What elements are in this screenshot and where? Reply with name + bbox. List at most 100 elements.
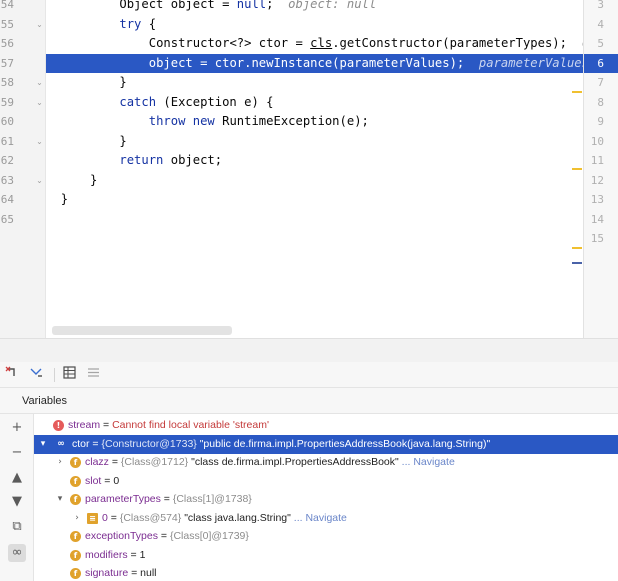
line-number[interactable]: 58 [0, 73, 14, 93]
variable-equals: = [89, 437, 102, 450]
collapse-icon[interactable]: ▾ [38, 435, 48, 454]
variable-value: null [140, 567, 157, 579]
variables-sidebar: + − ▲ ▼ ⧉ ∞ [0, 414, 34, 581]
code-line[interactable]: } [46, 132, 583, 152]
code-token: ; [266, 0, 289, 11]
code-line[interactable]: catch (Exception e) { [46, 93, 583, 113]
line-number[interactable]: 56 [0, 34, 14, 54]
code-token: null [236, 0, 267, 11]
fold-icon[interactable]: ⌄ [35, 176, 44, 185]
variable-row[interactable]: f slot = 0 [34, 472, 618, 491]
line-number-gutter: 54 55 ⌄ 56 57 58 ⌄ 59 ⌄ 60 61 ⌄ 62 63 ⌄ 64 65 [0, 0, 46, 338]
code-token: cls [310, 36, 333, 50]
code-token: return [119, 153, 164, 167]
variable-value: "class de.firma.impl.PropertiesAddressBo… [191, 456, 399, 468]
variable-equals: = [101, 474, 114, 487]
line-number[interactable]: 64 [0, 190, 14, 210]
move-down-button[interactable]: ▼ [8, 493, 26, 511]
add-watch-button[interactable]: + [8, 419, 26, 437]
code-token: Object object = [119, 0, 237, 11]
code-token: Constructor<?> ctor = [148, 36, 311, 50]
fold-icon[interactable]: ⌄ [35, 137, 44, 146]
side-line-number: 4 [597, 17, 604, 31]
expand-icon[interactable]: › [72, 509, 82, 528]
code-line[interactable]: } [46, 73, 583, 93]
code-line[interactable]: return object; [46, 151, 583, 171]
collapse-icon[interactable]: ▾ [55, 490, 65, 509]
variable-row[interactable]: f modifiers = 1 [34, 546, 618, 565]
show-watches-button[interactable]: ∞ [8, 544, 26, 562]
side-line-number: 11 [590, 154, 604, 167]
code-line[interactable] [46, 210, 583, 230]
code-line[interactable]: } [46, 190, 583, 210]
code-line[interactable]: try { [46, 15, 583, 35]
restore-layout-icon[interactable] [3, 366, 21, 384]
variable-equals: = [107, 511, 120, 524]
line-number[interactable]: 57 [0, 54, 14, 74]
side-line-number: 13 [590, 193, 604, 206]
variable-equals: = [157, 530, 170, 542]
field-icon: f [70, 531, 81, 542]
variable-row[interactable]: › f clazz = {Class@1712} "class de.firma.i… [34, 453, 618, 472]
expand-icon[interactable]: › [55, 453, 65, 472]
variables-header: Variables [0, 388, 618, 414]
variable-name: stream [68, 419, 101, 431]
code-line[interactable]: Object object = null; object: null [46, 0, 583, 15]
navigate-link[interactable]: ... Navigate [291, 512, 347, 524]
line-number[interactable]: 62 [0, 151, 14, 171]
fold-icon[interactable]: ⌄ [35, 78, 44, 87]
object-icon: ∞ [57, 438, 65, 449]
side-preview-pane[interactable]: 3 4 5 6 7 8 9 10 11 12 13 14 15 [583, 0, 618, 338]
code-token: throw new [148, 114, 215, 128]
step-icon[interactable] [27, 366, 45, 384]
code-area[interactable]: Object object = null; object: null try {… [46, 0, 583, 338]
warning-marker[interactable] [572, 247, 582, 249]
code-line[interactable]: Constructor<?> ctor = cls.getConstructor… [46, 34, 583, 54]
warning-marker[interactable] [572, 168, 582, 170]
field-icon: f [70, 568, 81, 579]
variable-row[interactable]: f signature = null [34, 564, 618, 581]
navigate-link[interactable]: ... Navigate [399, 456, 455, 468]
side-line-number: 15 [590, 232, 604, 245]
variable-equals: = [108, 456, 121, 468]
warning-marker[interactable] [572, 91, 582, 93]
info-marker[interactable] [572, 262, 582, 264]
field-icon: f [70, 457, 81, 468]
variable-row[interactable]: ! stream = Cannot find local variable 'st… [34, 416, 618, 435]
code-line[interactable]: throw new RuntimeException(e); [46, 112, 583, 132]
variable-row[interactable]: ▾ f parameterTypes = {Class[1]@1738} [34, 490, 618, 509]
variable-value: "public de.firma.impl.PropertiesAddressB… [199, 437, 491, 450]
horizontal-scrollbar[interactable] [52, 326, 232, 335]
variable-row[interactable]: f exceptionTypes = {Class[0]@1739} [34, 527, 618, 546]
fold-icon[interactable]: ⌄ [35, 20, 44, 29]
variable-row[interactable]: ▾ ∞ ctor = {Constructor@1733} "public de.f… [34, 434, 618, 454]
variable-name: clazz [85, 456, 109, 468]
variables-tree[interactable]: ! stream = Cannot find local variable 'st… [34, 414, 618, 581]
table-icon[interactable] [60, 366, 78, 384]
code-line[interactable]: } [46, 171, 583, 191]
line-number[interactable]: 61 [0, 132, 14, 152]
line-number[interactable]: 63 [0, 171, 14, 191]
code-token: .getConstructor(parameterTypes); [332, 36, 582, 50]
panel-divider[interactable] [0, 338, 618, 362]
move-up-button[interactable]: ▲ [8, 469, 26, 487]
variable-row[interactable]: › ≡ 0 = {Class@574} "class java.lang.Strin… [34, 509, 618, 528]
remove-watch-button[interactable]: − [8, 444, 26, 462]
line-number[interactable]: 59 [0, 93, 14, 113]
line-number[interactable]: 65 [0, 210, 14, 230]
line-number[interactable]: 55 [0, 15, 14, 35]
code-editor[interactable]: 54 55 ⌄ 56 57 58 ⌄ 59 ⌄ 60 61 ⌄ 62 63 ⌄ 64 65 Object obj… [0, 0, 618, 338]
execution-line[interactable]: object = ctor.newInstance(parameterValue… [46, 53, 583, 73]
fold-icon[interactable]: ⌄ [35, 98, 44, 107]
line-number[interactable]: 60 [0, 112, 14, 132]
line-number[interactable]: 54 [0, 0, 14, 15]
side-line-number: 10 [590, 134, 604, 148]
side-line-number: 14 [590, 212, 604, 226]
grid-icon[interactable] [84, 366, 102, 384]
duplicate-watch-button[interactable]: ⧉ [8, 518, 26, 536]
